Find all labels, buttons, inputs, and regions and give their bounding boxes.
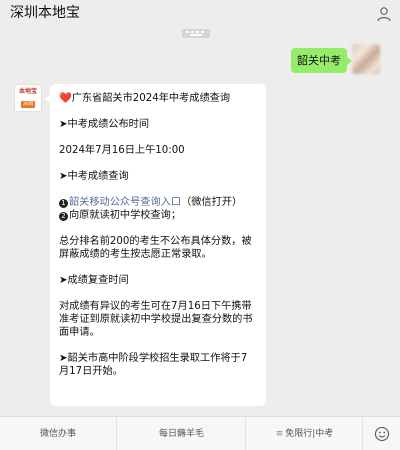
query-entry-link[interactable]: 韶关移动公众号查询入口 [69, 197, 181, 208]
menu-wechat-services[interactable]: 微信办事 [0, 417, 117, 450]
heart-icon: ❤️ [59, 93, 72, 104]
bot-avatar[interactable]: 本地宝 深圳 [14, 84, 42, 112]
menu-no-restriction-exam[interactable]: ≡ 免限行|中考 [247, 417, 363, 450]
number-2-icon: 2 [59, 212, 68, 221]
user-message-bubble: 韶关中考 [291, 48, 352, 73]
menu-list-icon: ≡ [275, 429, 284, 439]
menu-no-restriction-exam-label: 免限行|中考 [285, 429, 334, 439]
number-1-icon: 1 [59, 199, 68, 208]
query-item-1-suffix: （微信打开） [181, 197, 243, 208]
publish-time-text: 2024年7月16日上午10:00 [59, 145, 185, 156]
logo-tag: 深圳 [21, 101, 35, 108]
emoji-icon[interactable] [374, 426, 390, 442]
query-item-2: 2 向原就读初中学校查询； [59, 209, 257, 222]
person-icon[interactable] [376, 6, 392, 22]
review-text: 对成绩有异议的考生可在7月16日下午携带准考证到原就读初中学校提出复查分数的书面… [59, 301, 253, 338]
logo-text: 本地宝 [18, 88, 37, 95]
admission-text: ➤韶关市高中阶段学校招生录取工作将于7月17日开始。 [59, 353, 248, 377]
account-title: 深圳本地宝 [10, 5, 80, 21]
section-heading-review: ➤成绩复查时间 [59, 275, 129, 286]
keyboard-toggle-icon[interactable] [182, 29, 210, 38]
message-title: 广东省韶关市2024年中考成绩查询 [71, 93, 231, 104]
user-avatar[interactable] [352, 44, 380, 74]
bot-message-bubble: ❤️广东省韶关市2024年中考成绩查询 ➤中考成绩公布时间 2024年7月16日… [45, 84, 266, 406]
section-heading-query: ➤中考成绩查询 [59, 171, 129, 182]
bottom-menu-bar: 微信办事 每日薅羊毛 ≡ 免限行|中考 [0, 416, 400, 450]
menu-daily-deals[interactable]: 每日薅羊毛 [118, 417, 246, 450]
message-title-line: ❤️广东省韶关市2024年中考成绩查询 [59, 92, 257, 105]
top-bar: 深圳本地宝 [0, 0, 400, 30]
query-item-1: 1 韶关移动公众号查询入口（微信打开） [59, 196, 257, 209]
score-note: 总分排名前200的考生不公布具体分数，被屏蔽成绩的考生按志愿正常录取。 [59, 236, 252, 260]
section-heading-publish-time: ➤中考成绩公布时间 [59, 119, 150, 130]
query-item-2-text: 向原就读初中学校查询； [69, 210, 182, 221]
